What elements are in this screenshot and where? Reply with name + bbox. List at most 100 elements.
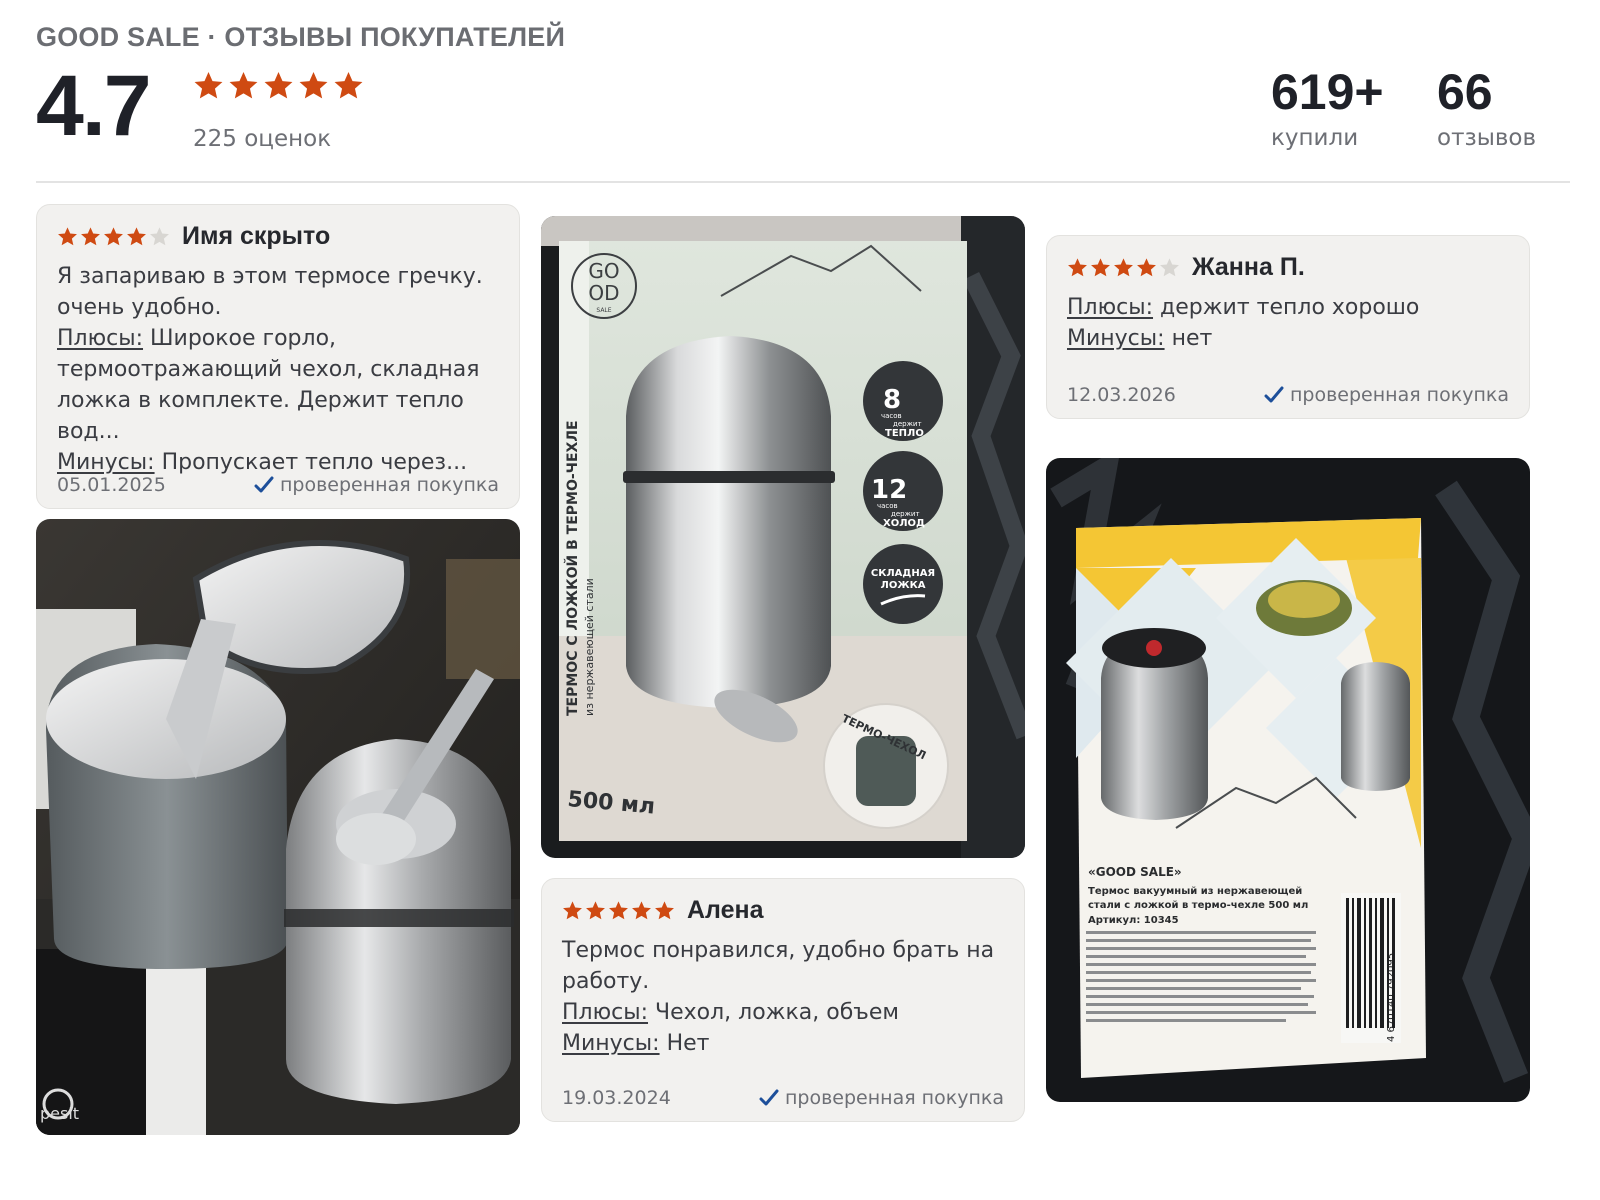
pros-text: Чехол, ложка, объем (655, 1000, 899, 1025)
star-icon (1068, 257, 1087, 276)
review-cons: Минусы: Нет (562, 1028, 1004, 1059)
logo-line2: OD (588, 281, 619, 305)
box-vertical-title: ТЕРМОС С ЛОЖКОЙ В ТЕРМО-ЧЕХЛЕ (564, 420, 581, 716)
box-desc-line2: стали с ложкой в термо-чехле 500 мл (1088, 900, 1308, 911)
cons-text: Пропускает тепло через... (161, 450, 468, 475)
verified-label: проверенная покупка (784, 1087, 1004, 1109)
review-author: Алена (687, 895, 764, 924)
star-icon (58, 226, 77, 245)
review-date: 19.03.2024 (562, 1087, 671, 1109)
badge1-label: ТЕПЛО (885, 428, 924, 439)
star-icon (1114, 257, 1133, 276)
review-text: Я запариваю в этом термосе гречку. очень… (57, 264, 483, 320)
verified-purchase: проверенная покупка (1264, 384, 1509, 406)
cons-label: Минусы: (1067, 326, 1165, 351)
reviews-stat: 66 отзывов (1437, 62, 1536, 151)
box-brand: «GOOD SALE» (1088, 865, 1182, 879)
review-body: Я запариваю в этом термосе гречку. очень… (57, 261, 499, 478)
review-cons: Минусы: нет (1067, 323, 1509, 354)
star-icon (229, 71, 258, 99)
star-icon (586, 900, 605, 919)
review-stars (562, 900, 675, 921)
badge2-number: 12 (871, 475, 907, 505)
badge3-line2: ЛОЖКА (881, 580, 926, 591)
bought-stat: 619+ купили (1271, 62, 1384, 151)
review-pros: Плюсы: Широкое горло, термоотражающий че… (57, 323, 499, 447)
badge2-label: ХОЛОД (883, 518, 925, 529)
hob-brand: pesit (40, 1104, 79, 1123)
badge1-word: держит (893, 420, 922, 428)
check-icon (759, 1089, 779, 1106)
logo-line3: SALE (596, 307, 611, 314)
star-icon (104, 226, 123, 245)
pros-text: держит тепло хорошо (1160, 295, 1420, 320)
review-header: Жанна П. (1067, 250, 1509, 284)
review-header: Имя скрыто (57, 219, 499, 253)
review-photo-box-front[interactable]: GO OD SALE ТЕРМОС С ЛОЖКОЙ В ТЕРМО-ЧЕХЛЕ… (541, 216, 1025, 858)
box-article: Артикул: 10345 (1088, 915, 1179, 926)
badge3-line1: СКЛАДНАЯ (871, 568, 935, 579)
review-pros: Плюсы: держит тепло хорошо (1067, 292, 1509, 323)
ratings-count: 225 оценок (193, 126, 332, 152)
verified-label: проверенная покупка (279, 474, 499, 496)
review-header: Алена (562, 893, 1004, 927)
review-stars (1067, 257, 1180, 278)
box-vertical-sub: из нержавеющей стали (583, 578, 596, 716)
review-date: 12.03.2026 (1067, 384, 1176, 406)
review-footer: 12.03.2026 проверенная покупка (1067, 384, 1509, 406)
cons-text: нет (1171, 326, 1213, 351)
review-card[interactable]: Алена Термос понравился, удобно брать на… (541, 878, 1025, 1122)
star-icon (150, 226, 169, 245)
header-divider (36, 181, 1570, 183)
check-icon (254, 476, 274, 493)
badge2-small: часов (877, 502, 898, 510)
bought-count: 619+ (1271, 64, 1384, 120)
pros-label: Плюсы: (57, 326, 144, 351)
review-date: 05.01.2025 (57, 474, 166, 496)
review-photo-box-back[interactable]: «GOOD SALE» Термос вакуумный из нержавею… (1046, 458, 1530, 1102)
pros-label: Плюсы: (1067, 295, 1154, 320)
average-rating: 4.7 (36, 58, 152, 154)
star-icon (1160, 257, 1179, 276)
review-author: Имя скрыто (182, 221, 331, 250)
star-icon (1137, 257, 1156, 276)
review-author: Жанна П. (1192, 252, 1305, 281)
review-body: Плюсы: держит тепло хорошо Минусы: нет (1067, 292, 1509, 354)
review-footer: 05.01.2025 проверенная покупка (57, 474, 499, 496)
review-stars (57, 226, 170, 247)
cons-label: Минусы: (562, 1031, 660, 1056)
review-card[interactable]: Жанна П. Плюсы: держит тепло хорошо Мину… (1046, 235, 1530, 419)
review-card[interactable]: Имя скрыто Я запариваю в этом термосе гр… (36, 204, 520, 509)
check-icon (1264, 386, 1284, 403)
star-icon (299, 71, 328, 99)
review-pros: Плюсы: Чехол, ложка, объем (562, 997, 1004, 1028)
star-icon (127, 226, 146, 245)
reviews-count: 66 (1437, 64, 1493, 120)
cons-text: Нет (666, 1031, 710, 1056)
star-icon (563, 900, 582, 919)
review-photo-kitchen[interactable]: pesit (36, 519, 520, 1135)
cons-label: Минусы: (57, 450, 155, 475)
star-icon (655, 900, 674, 919)
badge2-word: держит (891, 510, 920, 518)
badge1-small: часов (881, 412, 902, 420)
star-icon (334, 71, 363, 99)
bought-label: купили (1271, 125, 1359, 151)
review-body: Термос понравился, удобно брать на работ… (562, 935, 1004, 1059)
pros-label: Плюсы: (562, 1000, 649, 1025)
star-icon (609, 900, 628, 919)
star-icon (81, 226, 100, 245)
star-icon (632, 900, 651, 919)
star-icon (194, 71, 223, 99)
barcode-number: 4 670140 792095 (1386, 953, 1397, 1042)
store-title: GOOD SALE · ОТЗЫВЫ ПОКУПАТЕЛЕЙ (36, 22, 566, 52)
logo-line1: GO (588, 259, 619, 283)
badge1-number: 8 (883, 385, 901, 415)
verified-purchase: проверенная покупка (759, 1087, 1004, 1109)
box-desc-line1: Термос вакуумный из нержавеющей (1088, 886, 1302, 897)
average-rating-stars (193, 70, 364, 101)
reviews-label: отзывов (1437, 125, 1537, 151)
review-footer: 19.03.2024 проверенная покупка (562, 1087, 1004, 1109)
star-icon (1091, 257, 1110, 276)
verified-label: проверенная покупка (1289, 384, 1509, 406)
